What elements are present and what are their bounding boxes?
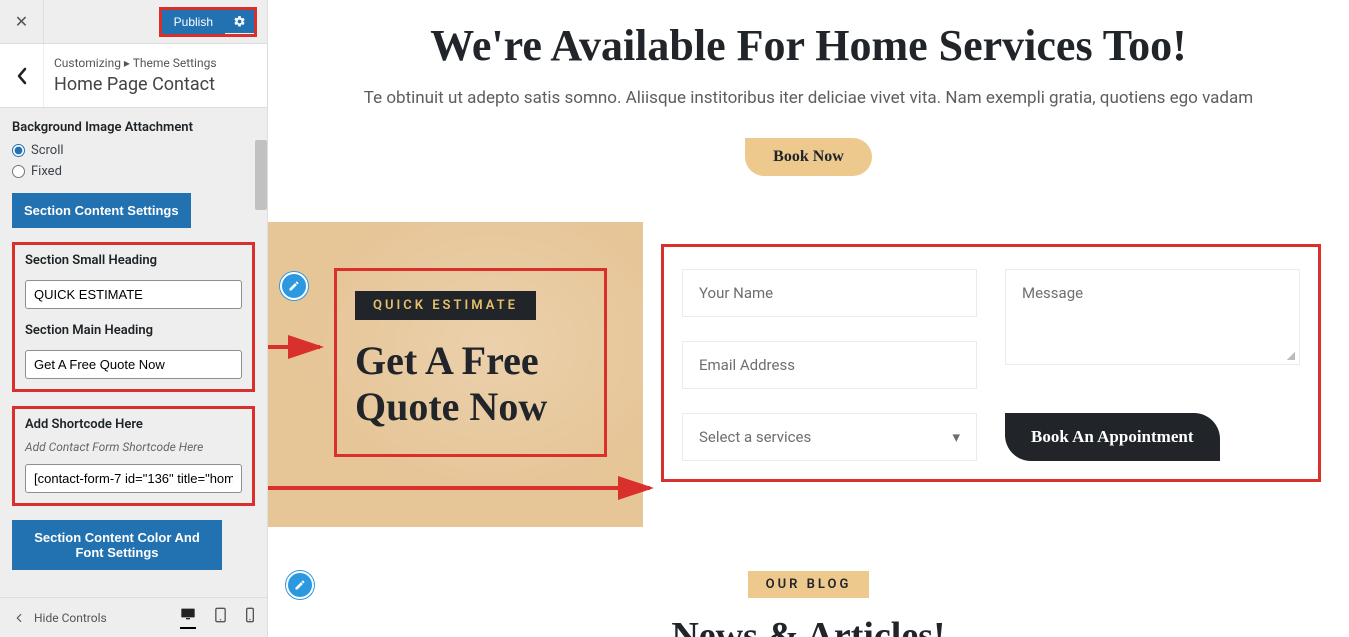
- hero-section: We're Available For Home Services Too! T…: [268, 0, 1349, 204]
- publish-highlight-box: Publish: [159, 7, 257, 37]
- hide-controls-button[interactable]: Hide Controls: [12, 611, 107, 625]
- radio-fixed-label: Fixed: [31, 164, 62, 179]
- book-now-button[interactable]: Book Now: [745, 138, 872, 176]
- service-select[interactable]: Select a services: [682, 413, 977, 461]
- edit-section-pin-icon[interactable]: [280, 272, 308, 300]
- radio-scroll[interactable]: Scroll: [12, 143, 255, 158]
- bg-attachment-group: Background Image Attachment Scroll Fixed: [12, 120, 255, 179]
- main-heading-field: Section Main Heading: [25, 323, 242, 379]
- contact-right-panel: Your Name Message Email Address Select a…: [643, 222, 1349, 527]
- radio-fixed[interactable]: Fixed: [12, 164, 255, 179]
- shortcode-highlight-box: Add Shortcode Here Add Contact Form Shor…: [12, 406, 255, 506]
- desktop-icon[interactable]: [180, 607, 196, 629]
- small-heading-label: Section Small Heading: [25, 253, 242, 268]
- headings-highlight-box: Section Small Heading Section Main Headi…: [12, 242, 255, 392]
- hero-subtitle: Te obtinuit ut adepto satis somno. Aliis…: [328, 85, 1289, 112]
- contact-section: QUICK ESTIMATE Get A Free Quote Now Your…: [268, 222, 1349, 527]
- preview-pane: We're Available For Home Services Too! T…: [268, 0, 1349, 637]
- name-input[interactable]: Your Name: [682, 269, 977, 317]
- sidebar-topbar: ✕ Publish: [0, 0, 267, 44]
- blog-title: News & Articles!: [268, 614, 1349, 637]
- breadcrumb: Customizing ▸ Theme Settings: [54, 56, 217, 70]
- preview-small-heading: QUICK ESTIMATE: [355, 291, 536, 320]
- blog-section: OUR BLOG News & Articles!: [268, 571, 1349, 637]
- page-title: Home Page Contact: [54, 74, 217, 95]
- customizer-sidebar: ✕ Publish Customizing ▸ Theme Settings H…: [0, 0, 268, 637]
- message-textarea[interactable]: Message: [1005, 269, 1300, 365]
- main-heading-input[interactable]: [25, 350, 242, 379]
- preview-headings-highlight-box: QUICK ESTIMATE Get A Free Quote Now: [334, 268, 607, 457]
- preview-main-heading: Get A Free Quote Now: [355, 338, 586, 430]
- small-heading-input[interactable]: [25, 280, 242, 309]
- contact-left-panel: QUICK ESTIMATE Get A Free Quote Now: [268, 222, 643, 527]
- edit-blog-pin-icon[interactable]: [286, 571, 314, 599]
- sidebar-footer: Hide Controls: [0, 597, 267, 637]
- contact-form: Your Name Message Email Address Select a…: [682, 269, 1300, 461]
- shortcode-label: Add Shortcode Here: [25, 417, 242, 432]
- device-switcher: [180, 607, 255, 629]
- back-button[interactable]: [0, 44, 44, 107]
- radio-fixed-input[interactable]: [12, 165, 25, 178]
- book-appointment-button[interactable]: Book An Appointment: [1005, 413, 1220, 461]
- sidebar-scrollbar[interactable]: [255, 140, 267, 210]
- small-heading-field: Section Small Heading: [25, 253, 242, 309]
- radio-scroll-label: Scroll: [31, 143, 64, 158]
- publish-settings-gear-icon[interactable]: [225, 10, 254, 33]
- color-font-settings-button[interactable]: Section Content Color And Font Settings: [12, 520, 222, 570]
- tablet-icon[interactable]: [214, 607, 227, 629]
- section-content-settings-button[interactable]: Section Content Settings: [12, 193, 191, 228]
- main-heading-label: Section Main Heading: [25, 323, 242, 338]
- publish-button[interactable]: Publish: [162, 10, 225, 34]
- mobile-icon[interactable]: [245, 607, 255, 629]
- hero-title: We're Available For Home Services Too!: [328, 20, 1289, 71]
- close-icon[interactable]: ✕: [0, 0, 44, 44]
- shortcode-helper: Add Contact Form Shortcode Here: [25, 440, 242, 454]
- blog-tag: OUR BLOG: [748, 571, 870, 598]
- shortcode-input[interactable]: [25, 464, 242, 493]
- sidebar-body: Background Image Attachment Scroll Fixed…: [0, 108, 267, 597]
- preview-form-highlight-box: Your Name Message Email Address Select a…: [661, 244, 1321, 482]
- radio-scroll-input[interactable]: [12, 144, 25, 157]
- hide-controls-label: Hide Controls: [34, 611, 107, 625]
- bg-attachment-label: Background Image Attachment: [12, 120, 255, 135]
- email-input[interactable]: Email Address: [682, 341, 977, 389]
- section-header: Customizing ▸ Theme Settings Home Page C…: [0, 44, 267, 108]
